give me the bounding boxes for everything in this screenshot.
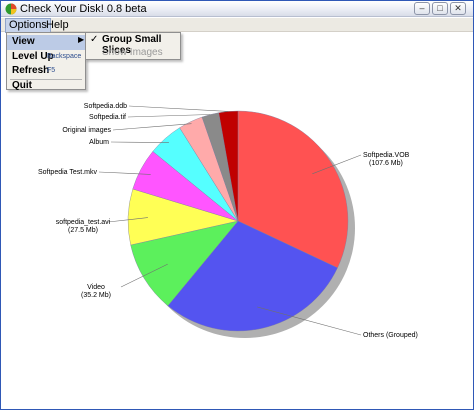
close-button[interactable]: ✕: [450, 2, 466, 15]
leader-line: [127, 114, 211, 118]
menu-item-shortcut: F5: [47, 67, 56, 74]
title-bar[interactable]: Check Your Disk! 0.8 beta – □ ✕: [1, 1, 473, 17]
slice-label: Softpedia.tif: [89, 114, 126, 121]
maximize-button[interactable]: □: [432, 2, 448, 15]
options-dropdown: View ▶ Level Up Backspace Refresh F5 Qui…: [6, 32, 86, 91]
menu-bar: Options Help: [1, 18, 473, 33]
slice-label: Video: [87, 284, 105, 291]
menu-item-shortcut: Backspace: [47, 53, 82, 60]
slice-label: Softpedia.VOB: [363, 152, 410, 159]
checkmark-icon: ✓: [90, 34, 99, 45]
menu-item-label: Refresh: [12, 65, 50, 76]
menu-help[interactable]: Help: [43, 18, 72, 32]
app-icon: [5, 3, 17, 15]
slice-label: Album: [89, 139, 109, 146]
menu-item-refresh[interactable]: Refresh F5: [7, 64, 85, 79]
leader-line: [128, 105, 229, 112]
slice-size-label: (27.5 Mb): [68, 227, 98, 234]
view-submenu: ✓ Group Small Slices Show Images: [85, 32, 181, 60]
minimize-button[interactable]: –: [414, 2, 430, 15]
menu-item-quit[interactable]: Quit: [7, 79, 85, 94]
slice-size-label: (35.2 Mb): [81, 292, 111, 299]
app-window: Check Your Disk! 0.8 beta – □ ✕ Options …: [0, 0, 474, 410]
slice-label: Others (Grouped): [363, 332, 418, 339]
slice-label: Softpedia Test.mkv: [38, 169, 98, 176]
window-title: Check Your Disk! 0.8 beta: [20, 3, 147, 15]
submenu-arrow-icon: ▶: [78, 35, 85, 44]
menu-item-label: Show Images: [102, 47, 163, 58]
menu-item-level-up[interactable]: Level Up Backspace: [7, 50, 85, 65]
menu-item-group-small-slices[interactable]: ✓ Group Small Slices: [86, 34, 180, 56]
menu-item-view[interactable]: View ▶: [7, 35, 85, 50]
slice-label: softpedia_test.avi: [56, 219, 111, 226]
menu-item-label: Quit: [12, 80, 32, 91]
menu-item-show-images[interactable]: Show Images: [86, 47, 180, 60]
leader-line: [110, 141, 169, 143]
slice-label: Original images: [62, 127, 111, 134]
slice-size-label: (107.6 Mb): [369, 160, 403, 167]
slice-label: Softpedia.ddb: [84, 103, 127, 110]
menu-item-label: View: [12, 36, 35, 47]
